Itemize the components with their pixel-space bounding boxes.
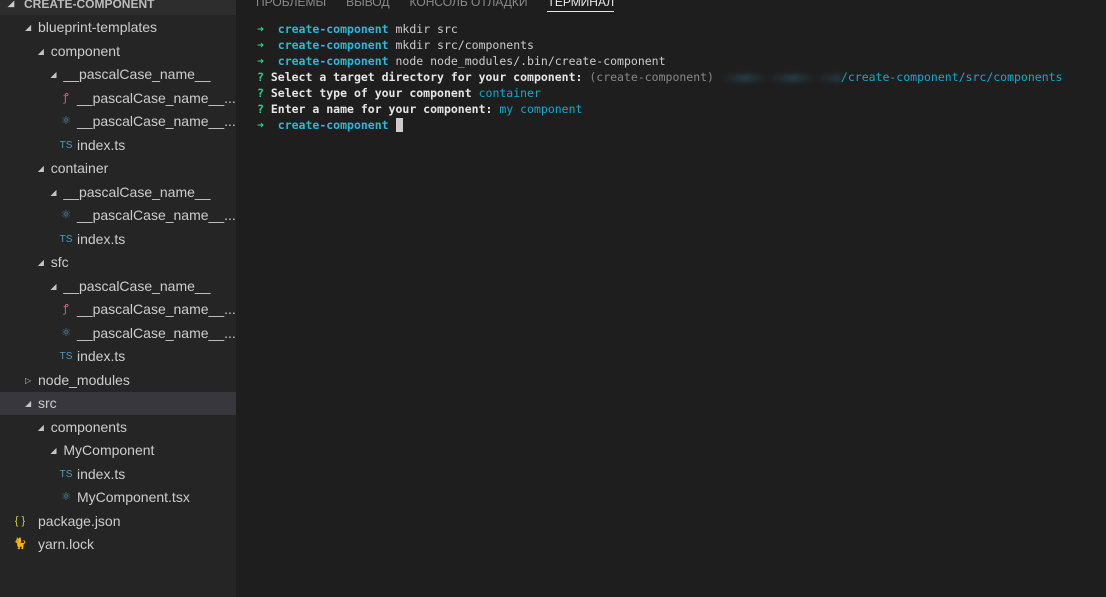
terminal-output[interactable]: ➜ create-component mkdir src ➜ create-com… [257,21,1062,133]
tree-folder[interactable]: ◢ MyComponent [0,439,236,462]
chevron-down-icon: ◢ [50,281,57,291]
tree-item-label: components [50,418,127,435]
arrow-icon: ➜ [257,22,278,36]
tab-problems[interactable]: ПРОБЛЕМЫ [256,0,326,12]
tab-debug-console[interactable]: КОНСОЛЬ ОТЛАДКИ [410,0,528,12]
tree-item-label: node_modules [38,371,130,388]
react-icon: ⚛ [61,115,71,127]
redacted-path [720,73,841,82]
terminal-line: ? Select a target directory for your com… [257,70,1063,84]
tree-item-label: MyComponent.tsx [77,489,190,505]
chevron-down-icon: ◢ [25,23,32,32]
tree-item-label: src [38,395,57,411]
terminal-line: ➜ create-component mkdir src [257,22,458,36]
tree-item-label: __pascalCase_name__.... [77,324,236,341]
panel-tabs: ПРОБЛЕМЫ ВЫВОД КОНСОЛЬ ОТЛАДКИ ТЕРМИНАЛ [256,0,615,12]
tree-file[interactable]: ⚛ __pascalCase_name__.... [0,204,236,227]
chevron-down-icon: ◢ [8,0,15,8]
tree-item-label: index.ts [77,348,126,364]
tree-file[interactable]: ⚛ __pascalCase_name__.... [0,322,236,345]
tree-item-label: container [50,160,109,176]
tree-folder[interactable]: ◢ sfc [0,251,236,274]
tree-item-label: yarn.lock [38,536,95,552]
terminal-line: ? Enter a name for your component: my co… [257,102,583,116]
typescript-icon: TS [59,233,73,245]
tree-folder[interactable]: ◢ component [0,40,236,63]
tree-item-label: blueprint-templates [38,19,158,35]
tree-file[interactable]: TS index.ts [0,134,236,157]
tab-output[interactable]: ВЫВОД [346,0,389,12]
typescript-icon: TS [59,351,73,362]
react-icon: ⚛ [61,209,71,221]
terminal-line: ➜ create-component [257,117,1062,133]
sass-icon: ꝭ [63,303,69,315]
question-icon: ? [257,86,271,100]
chevron-down-icon: ◢ [37,422,44,432]
explorer-sidebar: ◢ CREATE-COMPONENT ◢ blueprint-templates ◢ c… [0,0,236,597]
chevron-down-icon: ◢ [37,46,44,56]
chevron-down-icon: ◢ [50,70,57,79]
project-title: CREATE-COMPONENT [24,0,155,11]
terminal-line: ? Select type of your component containe… [257,86,541,100]
sass-icon: ꝭ [63,91,69,104]
question-icon: ? [257,70,271,84]
tree-item-label: index.ts [77,465,126,482]
chevron-down-icon: ◢ [37,164,44,173]
tree-item-label: __pascalCase_name__ [63,277,211,294]
chevron-down-icon: ◢ [50,187,57,197]
yarn-icon: 🐈 [13,538,27,550]
tab-terminal[interactable]: ТЕРМИНАЛ [547,0,615,12]
tree-file[interactable]: 🐈 yarn.lock [0,533,236,556]
tree-item-label: sfc [50,254,69,270]
tree-file[interactable]: ꝭ __pascalCase_name__.... [0,87,236,110]
arrow-icon: ➜ [257,118,278,132]
tree-folder[interactable]: ◢ __pascalCase_name__ [0,181,236,204]
explorer-header[interactable]: ◢ CREATE-COMPONENT [0,0,236,15]
tree-folder[interactable]: ◢ components [0,416,236,439]
tree-folder[interactable]: ◢ __pascalCase_name__ [0,275,236,298]
tree-file[interactable]: TS index.ts [0,463,236,486]
chevron-down-icon: ◢ [25,399,32,408]
tree-folder[interactable]: ◢ src [0,392,236,415]
tree-item-label: __pascalCase_name__.... [77,113,236,129]
tree-file[interactable]: TS index.ts [0,345,236,368]
tree-item-label: MyComponent [63,442,155,458]
react-icon: ⚛ [61,326,71,339]
json-icon: { } [14,514,26,527]
tree-item-label: component [50,42,120,59]
tree-file[interactable]: { } package.json [0,510,236,533]
tree-item-label: __pascalCase_name__ [63,66,211,82]
typescript-icon: TS [59,139,73,151]
terminal-panel: ПРОБЛЕМЫ ВЫВОД КОНСОЛЬ ОТЛАДКИ ТЕРМИНАЛ … [236,0,1106,597]
terminal-line: ➜ create-component node node_modules/.bi… [257,54,666,68]
tree-item-label: package.json [38,512,121,529]
arrow-icon: ➜ [257,38,278,52]
terminal-line: ➜ create-component mkdir src/components [257,38,534,52]
tree-item-label: index.ts [77,230,126,247]
chevron-right-icon: ▷ [25,375,32,385]
tree-item-label: __pascalCase_name__.... [77,301,236,317]
tree-file[interactable]: ⚛ MyComponent.tsx [0,486,236,509]
arrow-icon: ➜ [257,54,278,68]
tree-file[interactable]: ꝭ __pascalCase_name__.... [0,298,236,321]
tree-item-label: __pascalCase_name__.... [77,207,236,223]
tree-folder[interactable]: ▷ node_modules [0,369,236,392]
tree-folder[interactable]: ◢ blueprint-templates [0,16,236,39]
tree-item-label: __pascalCase_name__.... [77,89,236,106]
tree-folder[interactable]: ◢ container [0,157,236,180]
tree-item-label: __pascalCase_name__ [63,183,211,200]
tree-item-label: index.ts [77,136,126,153]
tree-folder[interactable]: ◢ __pascalCase_name__ [0,63,236,86]
terminal-cursor [395,118,403,132]
chevron-down-icon: ◢ [50,446,57,455]
tree-file[interactable]: ⚛ __pascalCase_name__.... [0,110,236,133]
typescript-icon: TS [59,468,73,480]
question-icon: ? [257,102,271,116]
chevron-down-icon: ◢ [37,258,44,267]
react-icon: ⚛ [61,491,71,503]
tree-file[interactable]: TS index.ts [0,228,236,251]
